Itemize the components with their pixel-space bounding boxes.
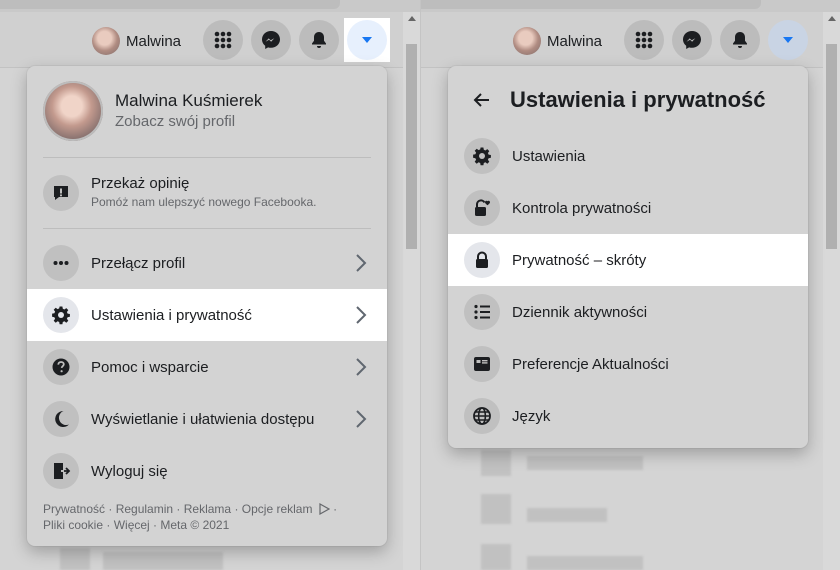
profile-full-name: Malwina Kuśmierek: [115, 91, 263, 110]
feedback-title: Przekaż opinię: [91, 175, 190, 192]
settings-privacy-item[interactable]: Ustawienia i prywatność: [27, 289, 387, 341]
lock-icon: [464, 242, 500, 278]
logout-icon: [43, 453, 79, 489]
activity-log-label: Dziennik aktywności: [512, 303, 648, 321]
grid-icon: [635, 31, 653, 49]
footer-link-advertising[interactable]: Reklama: [184, 502, 231, 516]
display-accessibility-label: Wyświetlanie i ułatwienia dostępu: [91, 410, 315, 428]
footer-link-terms[interactable]: Regulamin: [116, 502, 173, 516]
footer-link-cookies[interactable]: Pliki cookie: [43, 518, 103, 532]
settings-privacy-submenu: Ustawienia i prywatność Ustawienia Kontr…: [448, 66, 808, 448]
divider: [43, 157, 371, 158]
feed-icon: [464, 346, 500, 382]
avatar: [513, 27, 541, 55]
footer-link-more[interactable]: Więcej: [114, 518, 150, 532]
messenger-button[interactable]: [251, 20, 291, 60]
messenger-icon: [683, 31, 701, 49]
profile-chip[interactable]: Malwina: [92, 25, 181, 57]
moon-icon: [43, 401, 79, 437]
privacy-shortcuts-item[interactable]: Prywatność – skróty: [448, 234, 808, 286]
notifications-button[interactable]: [720, 20, 760, 60]
notifications-button[interactable]: [299, 20, 339, 60]
switch-profile-item[interactable]: Przełącz profil: [27, 237, 387, 289]
feedback-subtitle: Pomóż nam ulepszyć nowego Facebooka.: [91, 195, 317, 209]
news-feed-preferences-label: Preferencje Aktualności: [512, 355, 669, 373]
bell-icon: [733, 32, 747, 48]
help-support-label: Pomoc i wsparcie: [91, 358, 209, 376]
avatar: [92, 27, 120, 55]
account-menu-button[interactable]: [344, 18, 390, 62]
submenu-header: Ustawienia i prywatność: [464, 80, 766, 120]
bell-icon: [312, 32, 326, 48]
profile-avatar: [43, 81, 103, 141]
caret-down-icon: [783, 37, 793, 43]
profile-link-row[interactable]: Malwina Kuśmierek Zobacz swój profil: [43, 81, 262, 141]
divider: [43, 228, 371, 229]
gear-icon: [464, 138, 500, 174]
settings-privacy-label: Ustawienia i prywatność: [91, 306, 252, 324]
chevron-right-icon: [356, 410, 367, 428]
see-profile-link: Zobacz swój profil: [115, 113, 236, 130]
settings-label: Ustawienia: [512, 147, 586, 165]
activity-log-item[interactable]: Dziennik aktywności: [448, 286, 808, 338]
profile-chip-name: Malwina: [126, 32, 182, 50]
language-label: Język: [512, 407, 551, 425]
account-menu-button[interactable]: [768, 20, 808, 60]
language-item[interactable]: Język: [448, 390, 808, 442]
arrow-left-icon: [473, 93, 489, 107]
scrollbar[interactable]: [403, 12, 420, 570]
help-support-item[interactable]: Pomoc i wsparcie: [27, 341, 387, 393]
scrollbar[interactable]: [823, 12, 840, 570]
menu-grid-button[interactable]: [203, 20, 243, 60]
privacy-checkup-item[interactable]: Kontrola prywatności: [448, 182, 808, 234]
ad-choices-icon: [319, 502, 331, 516]
right-screenshot-panel: Malwina Ustawienia i prywatność Ustawien…: [420, 0, 840, 570]
footer-link-privacy[interactable]: Prywatność: [43, 502, 105, 516]
chevron-right-icon: [356, 358, 367, 376]
profile-chip[interactable]: Malwina: [513, 25, 602, 57]
feedback-icon: [43, 175, 79, 211]
give-feedback-item[interactable]: Przekaż opinię Pomóż nam ulepszyć nowego…: [27, 165, 387, 221]
submenu-title: Ustawienia i prywatność: [510, 87, 766, 112]
messenger-button[interactable]: [672, 20, 712, 60]
question-icon: [43, 349, 79, 385]
browser-tab-strip: [421, 0, 840, 12]
menu-grid-button[interactable]: [624, 20, 664, 60]
display-accessibility-item[interactable]: Wyświetlanie i ułatwienia dostępu: [27, 393, 387, 445]
privacy-shortcuts-label: Prywatność – skróty: [512, 251, 647, 269]
news-feed-preferences-item[interactable]: Preferencje Aktualności: [448, 338, 808, 390]
globe-icon: [464, 398, 500, 434]
footer-links: Prywatność · Regulamin · Reklama · Opcje…: [43, 502, 338, 532]
chevron-right-icon: [356, 306, 367, 324]
lock-heart-icon: [464, 190, 500, 226]
account-dropdown-menu: Malwina Kuśmierek Zobacz swój profil Prz…: [27, 66, 387, 546]
logout-item[interactable]: Wyloguj się: [27, 445, 387, 497]
footer-link-ad-choices[interactable]: Opcje reklam: [242, 502, 313, 516]
gear-icon: [43, 297, 79, 333]
back-button[interactable]: [464, 82, 500, 118]
switch-profile-label: Przełącz profil: [91, 254, 186, 272]
settings-item[interactable]: Ustawienia: [448, 130, 808, 182]
chevron-right-icon: [356, 254, 367, 272]
grid-icon: [214, 31, 232, 49]
left-screenshot-panel: Malwina Malwina Kuśmierek Zobacz swój pr: [0, 0, 420, 570]
browser-tab-strip: [0, 0, 420, 12]
dots-icon: [43, 245, 79, 281]
footer-copyright: Meta © 2021: [160, 518, 230, 532]
logout-label: Wyloguj się: [91, 462, 168, 480]
profile-chip-name: Malwina: [547, 32, 603, 50]
caret-down-icon: [362, 37, 372, 43]
messenger-icon: [262, 31, 280, 49]
list-icon: [464, 294, 500, 330]
privacy-checkup-label: Kontrola prywatności: [512, 199, 652, 217]
